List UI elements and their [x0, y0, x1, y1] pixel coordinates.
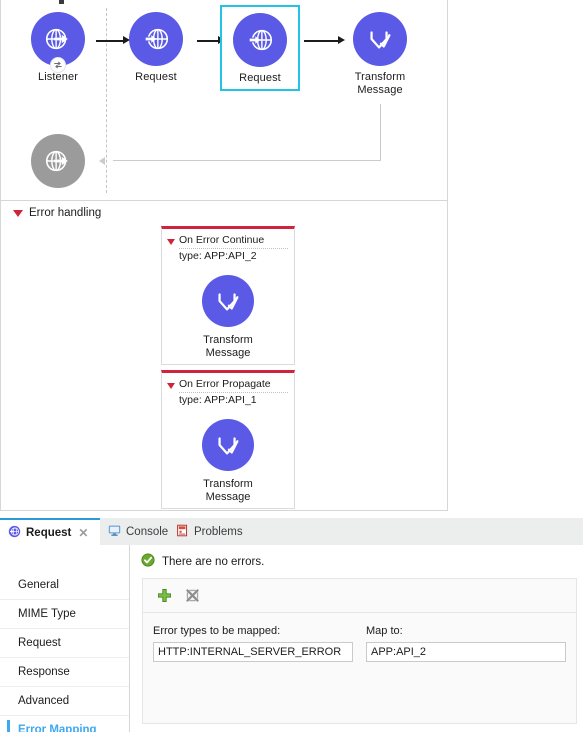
- error-handling-title: Error handling: [29, 207, 102, 219]
- handler-title: On Error Continue: [179, 234, 288, 249]
- error-handling-header[interactable]: Error handling: [13, 207, 101, 219]
- sidebar-item-request[interactable]: Request: [0, 629, 129, 658]
- handler-type: type: APP:API_1: [179, 394, 257, 406]
- flow-node-listener[interactable]: Listener: [16, 12, 100, 84]
- error-handler-on-error-continue[interactable]: On Error Continue type: APP:API_2 Transf…: [161, 226, 295, 365]
- globe-arrow-icon: [129, 12, 183, 66]
- sidebar-item-mime-type[interactable]: MIME Type: [0, 600, 129, 629]
- handler-body: Transform Message: [162, 407, 294, 514]
- success-check-icon: [141, 553, 155, 570]
- map-to-field-group: Map to:: [366, 625, 566, 662]
- flow-node-request-2[interactable]: Request: [220, 5, 300, 91]
- handler-component-label-2: Message: [205, 491, 251, 503]
- tab-problems[interactable]: Problems: [168, 518, 254, 545]
- transform-message-icon[interactable]: [202, 419, 254, 471]
- handler-header[interactable]: On Error Continue type: APP:API_2: [162, 229, 294, 263]
- property-nav-label: Advanced: [18, 695, 70, 707]
- flow-node-label-2: Message: [357, 84, 403, 96]
- main-flow-area: Listener Request Request Transform Messa…: [1, 0, 448, 200]
- tab-label: Request: [26, 526, 72, 539]
- flow-node-transform-message[interactable]: Transform Message: [338, 12, 422, 97]
- sidebar-item-response[interactable]: Response: [0, 658, 129, 687]
- globe-arrow-icon: [233, 13, 287, 67]
- error-types-field-group: Error types to be mapped:: [153, 625, 353, 662]
- property-content: There are no errors. Error types to be m…: [131, 545, 583, 732]
- return-path-vertical: [380, 104, 381, 161]
- flow-canvas[interactable]: Listener Request Request Transform Messa…: [0, 0, 448, 511]
- bottom-dock: Request ✕ Console Problems General MIME …: [0, 518, 583, 732]
- property-nav-label: Request: [18, 637, 61, 649]
- property-nav-label: Error Mapping: [18, 724, 97, 732]
- handler-component-label: Transform: [203, 478, 253, 490]
- property-nav: General MIME Type Request Response Advan…: [0, 545, 130, 732]
- error-types-input[interactable]: [153, 642, 353, 662]
- flow-node-label: Transform: [354, 71, 406, 83]
- globe-arrow-icon: [8, 525, 21, 541]
- handler-component-label: Transform: [203, 334, 253, 346]
- dock-body: General MIME Type Request Response Advan…: [0, 545, 583, 732]
- handler-header[interactable]: On Error Propagate type: APP:API_1: [162, 373, 294, 407]
- globe-arrow-icon: [31, 134, 85, 188]
- error-handler-on-error-propagate[interactable]: On Error Propagate type: APP:API_1 Trans…: [161, 370, 295, 509]
- sidebar-item-general[interactable]: General: [0, 571, 129, 600]
- property-nav-label: MIME Type: [18, 608, 76, 620]
- handler-body: Transform Message: [162, 263, 294, 370]
- map-to-input[interactable]: [366, 642, 566, 662]
- transform-message-icon: [353, 12, 407, 66]
- handler-title: On Error Propagate: [179, 378, 288, 393]
- app-root: Listener Request Request Transform Messa…: [0, 0, 583, 732]
- triangle-down-icon[interactable]: [167, 383, 175, 389]
- status-text: There are no errors.: [162, 555, 265, 568]
- error-mapping-fields: Error types to be mapped: Map to:: [143, 613, 576, 662]
- flow-node-label: Request: [239, 72, 281, 84]
- error-handling-divider: [1, 200, 447, 201]
- console-icon: [108, 524, 121, 540]
- property-nav-label: Response: [18, 666, 70, 678]
- tab-request[interactable]: Request ✕: [0, 518, 100, 545]
- delete-icon[interactable]: [183, 587, 201, 605]
- property-nav-label: General: [18, 579, 59, 591]
- handler-type: type: APP:API_2: [179, 250, 257, 262]
- close-icon[interactable]: ✕: [78, 526, 88, 540]
- error-types-label: Error types to be mapped:: [153, 625, 281, 637]
- tab-label: Problems: [194, 525, 243, 538]
- flow-node-request-1[interactable]: Request: [114, 12, 198, 84]
- error-mapping-toolbar: [143, 579, 576, 613]
- property-nav-spacer: [0, 545, 129, 571]
- transform-message-icon[interactable]: [202, 275, 254, 327]
- handler-component-label-2: Message: [205, 347, 251, 359]
- status-message: There are no errors.: [141, 553, 264, 570]
- map-to-label: Map to:: [366, 625, 403, 637]
- problems-icon: [176, 524, 189, 540]
- tab-label: Console: [126, 525, 169, 538]
- dock-tabbar: Request ✕ Console Problems: [0, 518, 583, 545]
- error-mapping-panel: Error types to be mapped: Map to:: [142, 578, 577, 724]
- sidebar-item-advanced[interactable]: Advanced: [0, 687, 129, 716]
- sidebar-item-error-mapping[interactable]: Error Mapping: [0, 716, 129, 732]
- return-path-horizontal: [113, 160, 381, 161]
- flow-node-source-response[interactable]: [16, 134, 100, 188]
- globe-arrow-icon: [31, 12, 85, 73]
- triangle-down-icon[interactable]: [167, 239, 175, 245]
- plus-icon[interactable]: [155, 587, 173, 605]
- flow-node-label: Request: [135, 71, 177, 83]
- scheduler-badge-icon: [50, 57, 66, 73]
- triangle-down-icon[interactable]: [13, 209, 23, 217]
